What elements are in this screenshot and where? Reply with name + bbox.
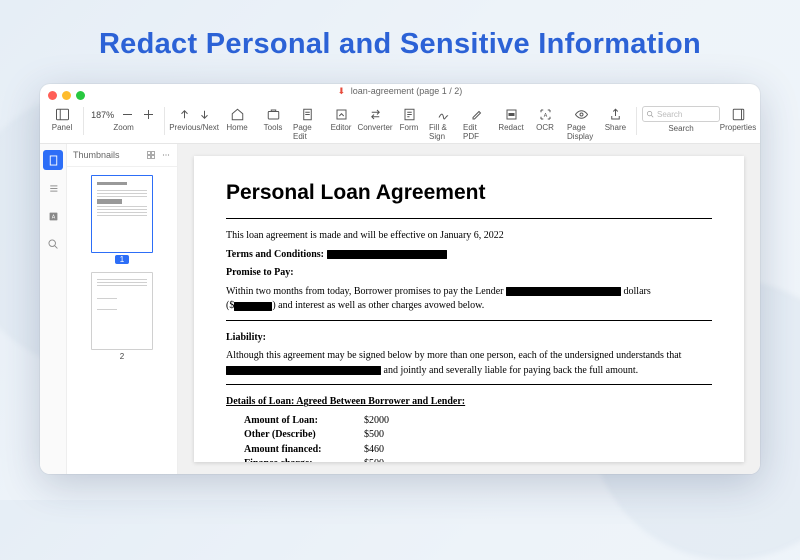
briefcase-icon	[265, 106, 281, 122]
thumbnails-panel: Thumbnails 1	[67, 144, 178, 474]
edit-pdf-button[interactable]: Edit PDF	[461, 105, 493, 142]
signature-icon	[435, 106, 451, 122]
thumbnail-page-2[interactable]: 2	[91, 272, 153, 361]
redact-button[interactable]: Redact	[495, 105, 527, 133]
thumbnails-icon	[47, 154, 60, 167]
redaction-mark	[506, 287, 621, 296]
form-icon	[401, 106, 417, 122]
panel-icon	[54, 106, 70, 122]
ocr-button[interactable]: A OCR	[529, 105, 561, 133]
editor-icon	[333, 106, 349, 122]
home-button[interactable]: Home	[221, 105, 253, 133]
rail-search-tab[interactable]	[43, 234, 63, 254]
arrow-up-icon	[176, 106, 192, 122]
plus-icon	[141, 106, 157, 122]
app-window: ⬇ loan-agreement (page 1 / 2) Panel 187%…	[40, 84, 760, 474]
zoom-value[interactable]: 187%	[89, 108, 117, 120]
titlebar: ⬇ loan-agreement (page 1 / 2)	[40, 84, 760, 103]
properties-button[interactable]: Properties	[722, 105, 754, 133]
redaction-mark	[234, 302, 272, 311]
pdf-page: Personal Loan Agreement This loan agreem…	[194, 156, 744, 462]
document-viewport[interactable]: Personal Loan Agreement This loan agreem…	[178, 144, 760, 474]
ocr-icon: A	[537, 106, 553, 122]
fill-sign-button[interactable]: Fill & Sign	[427, 105, 459, 142]
doc-title: Personal Loan Agreement	[226, 178, 712, 208]
search-icon	[646, 110, 655, 119]
redact-icon	[503, 106, 519, 122]
svg-text:A: A	[51, 214, 55, 220]
pencil-icon	[469, 106, 485, 122]
marketing-headline: Redact Personal and Sensitive Informatio…	[0, 28, 800, 61]
toolbar: Panel 187% Zoom Previous/Next	[40, 103, 760, 144]
pdf-file-icon: ⬇	[338, 86, 346, 96]
properties-icon	[730, 106, 746, 122]
svg-text:A: A	[543, 112, 547, 118]
doc-intro: This loan agreement is made and will be …	[226, 229, 712, 244]
annotations-icon: A	[47, 210, 60, 223]
details-heading: Details of Loan: Agreed Between Borrower…	[226, 395, 712, 410]
home-icon	[229, 106, 245, 122]
editor-button[interactable]: Editor	[325, 105, 357, 133]
terms-label: Terms and Conditions:	[226, 249, 324, 260]
next-page-button[interactable]	[194, 105, 214, 123]
prev-page-button[interactable]	[174, 105, 194, 123]
window-title: ⬇ loan-agreement (page 1 / 2)	[40, 86, 760, 97]
redaction-mark	[327, 250, 447, 259]
form-button[interactable]: Form	[393, 105, 425, 133]
panel-toggle-button[interactable]: Panel	[46, 105, 78, 133]
thumbnail-page-1[interactable]: 1	[91, 175, 153, 264]
minus-icon	[120, 106, 136, 122]
list-icon	[47, 182, 60, 195]
thumbnails-more-icon[interactable]	[161, 150, 171, 160]
page-display-button[interactable]: Page Display	[565, 105, 597, 142]
arrow-down-icon	[196, 106, 212, 122]
search-icon	[47, 238, 60, 251]
redaction-mark	[226, 366, 381, 375]
page-edit-icon	[299, 106, 315, 122]
page-edit-button[interactable]: Page Edit	[291, 105, 323, 142]
liability-paragraph: Although this agreement may be signed be…	[226, 349, 712, 378]
left-rail: A	[40, 144, 67, 474]
share-button[interactable]: Share	[599, 105, 631, 133]
search-group: Search Search	[642, 105, 720, 133]
zoom-out-button[interactable]	[118, 105, 138, 123]
search-input[interactable]: Search	[642, 106, 720, 122]
loan-details: Amount of Loan:$2000 Other (Describe)$50…	[226, 414, 712, 462]
thumbnails-title: Thumbnails	[73, 150, 120, 160]
rail-outline-tab[interactable]	[43, 178, 63, 198]
share-icon	[607, 106, 623, 122]
eye-icon	[573, 106, 589, 122]
thumbnails-grid-icon[interactable]	[146, 150, 156, 160]
converter-button[interactable]: Converter	[359, 105, 391, 133]
converter-icon	[367, 106, 383, 122]
promise-heading: Promise to Pay:	[226, 266, 712, 281]
zoom-group: 187% Zoom	[89, 105, 159, 132]
promise-paragraph: Within two months from today, Borrower p…	[226, 285, 712, 314]
rail-thumbnails-tab[interactable]	[43, 150, 63, 170]
rail-annotations-tab[interactable]: A	[43, 206, 63, 226]
tools-button[interactable]: Tools	[257, 105, 289, 133]
zoom-in-button[interactable]	[139, 105, 159, 123]
liability-heading: Liability:	[226, 331, 712, 346]
